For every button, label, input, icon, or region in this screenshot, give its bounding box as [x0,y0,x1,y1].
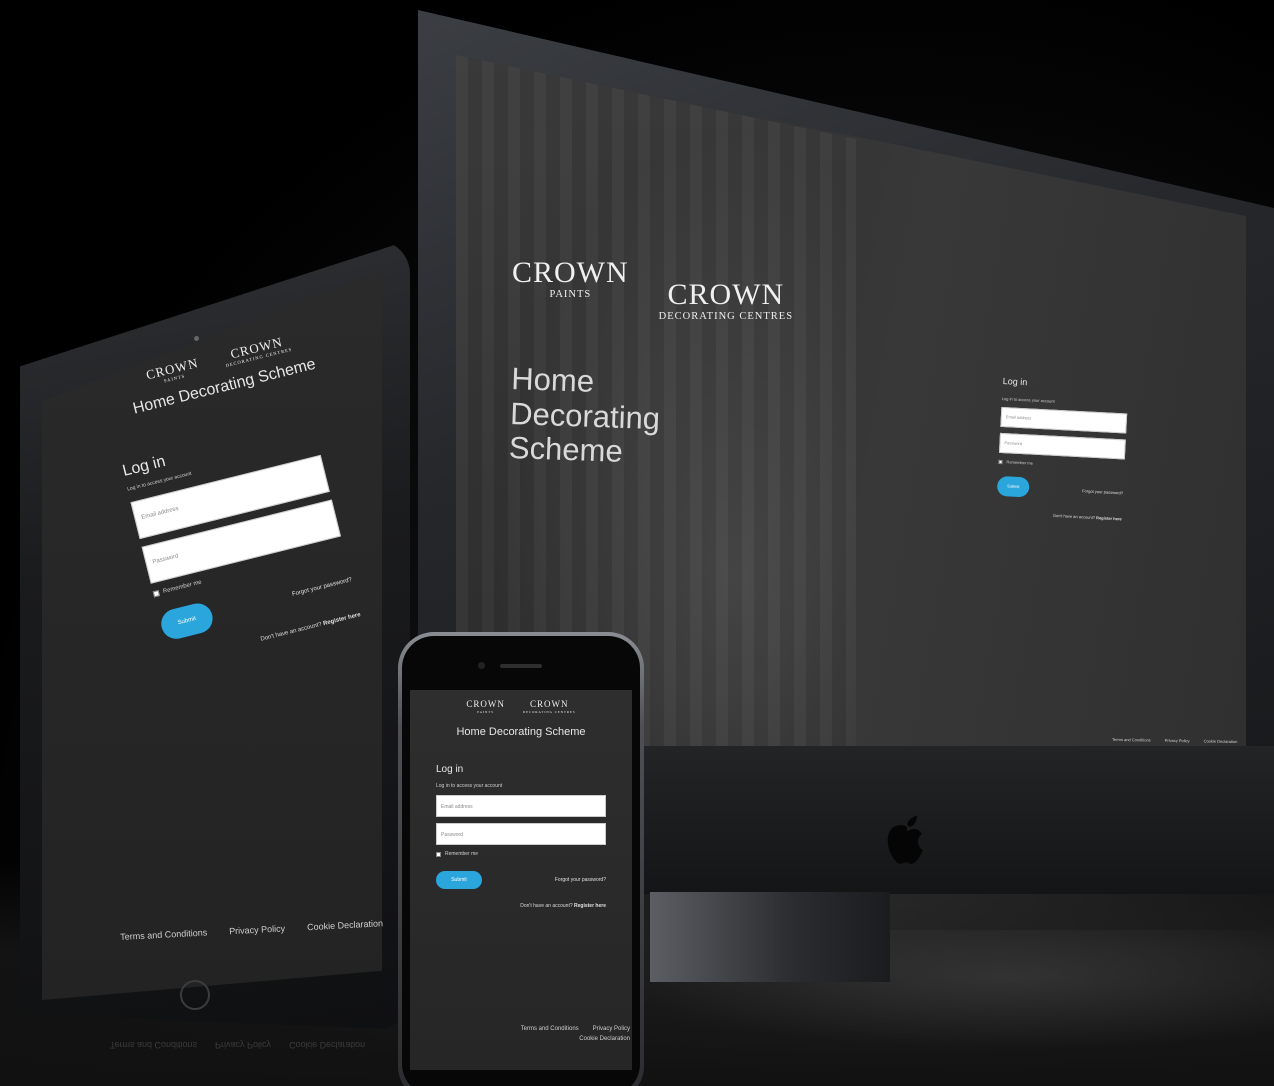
forgot-password-link[interactable]: Forgot your password? [291,577,352,598]
apple-logo-icon [887,816,923,864]
crown-paints-logo: CROWN PAINTS [466,699,505,714]
desktop-chin [638,746,1274,894]
phone-speaker [500,664,542,668]
privacy-link[interactable]: Privacy Policy [1165,738,1190,743]
remember-me-label: Remember me [445,851,479,858]
page-title: Home Decorating Scheme [508,361,661,470]
remember-me-checkbox[interactable]: Remember me [998,459,1124,471]
forgot-password-link[interactable]: Forgot your password? [1082,488,1123,495]
crown-decorating-centres-logo: CROWN DECORATING CENTRES [522,699,576,714]
terms-link[interactable]: Terms and Conditions [521,1026,579,1032]
cookie-reflection: Cookie Declaration [289,1040,366,1050]
tablet-home-button[interactable] [180,980,210,1010]
phone-logos: CROWN PAINTS CROWN DECORATING CENTRES [410,700,632,714]
remember-me-label: Remember me [1006,459,1034,466]
cookie-link[interactable]: Cookie Declaration [1204,739,1238,745]
remember-me-checkbox[interactable]: Remember me [436,851,606,857]
phone-login-form: Log in Log in to access your account Ema… [410,764,632,909]
forgot-password-link[interactable]: Forgot your password? [555,877,606,883]
cookie-link[interactable]: Cookie Declaration [579,1036,630,1042]
desktop-logos: CROWN PAINTS CROWN DECORATING CENTRES [512,258,793,323]
login-subtitle: Log in to access your account [436,783,503,790]
crown-paints-logo: CROWN PAINTS [512,256,629,300]
submit-button[interactable]: Submit [996,475,1030,498]
privacy-reflection: Privacy Policy [215,1040,272,1050]
checkbox-icon[interactable] [998,459,1003,464]
tablet-footer-reflection: Terms and Conditions Privacy Policy Cook… [110,1040,365,1050]
login-title: Log in [436,764,464,776]
email-field[interactable]: Email address [436,795,606,818]
register-prompt: Don't have an account? Register here [436,903,606,909]
phone-footer: Terms and Conditions Privacy Policy Cook… [490,1026,630,1042]
password-field[interactable]: Password [998,432,1126,460]
submit-button[interactable]: Submit [436,871,482,890]
terms-reflection: Terms and Conditions [110,1040,198,1050]
device-mockup-scene: CROWN PAINTS CROWN DECORATING CENTRES Ho… [0,0,1274,1086]
phone-camera [478,662,485,669]
desktop-login-form: Log in Log in to access your account Ema… [996,376,1129,521]
crown-decorating-centres-logo: CROWN DECORATING CENTRES [658,278,794,322]
checkbox-icon[interactable] [152,589,160,597]
register-prompt-text: Don't have an account? [520,903,573,910]
submit-button[interactable]: Submit [157,599,216,642]
terms-link[interactable]: Terms and Conditions [1112,737,1151,743]
phone-ui: CROWN PAINTS CROWN DECORATING CENTRES Ho… [410,700,632,909]
page-title: Home Decorating Scheme [456,726,586,739]
password-field[interactable]: Password [436,823,606,846]
privacy-link[interactable]: Privacy Policy [593,1026,630,1032]
remember-me-label: Remember me [162,579,203,595]
email-field[interactable]: Email address [1000,406,1128,434]
register-link[interactable]: Register here [574,903,606,909]
login-subtitle: Log in to access your account [1001,395,1055,404]
checkbox-icon[interactable] [436,851,441,857]
desktop-stand [650,892,890,982]
tablet-camera [194,336,199,341]
